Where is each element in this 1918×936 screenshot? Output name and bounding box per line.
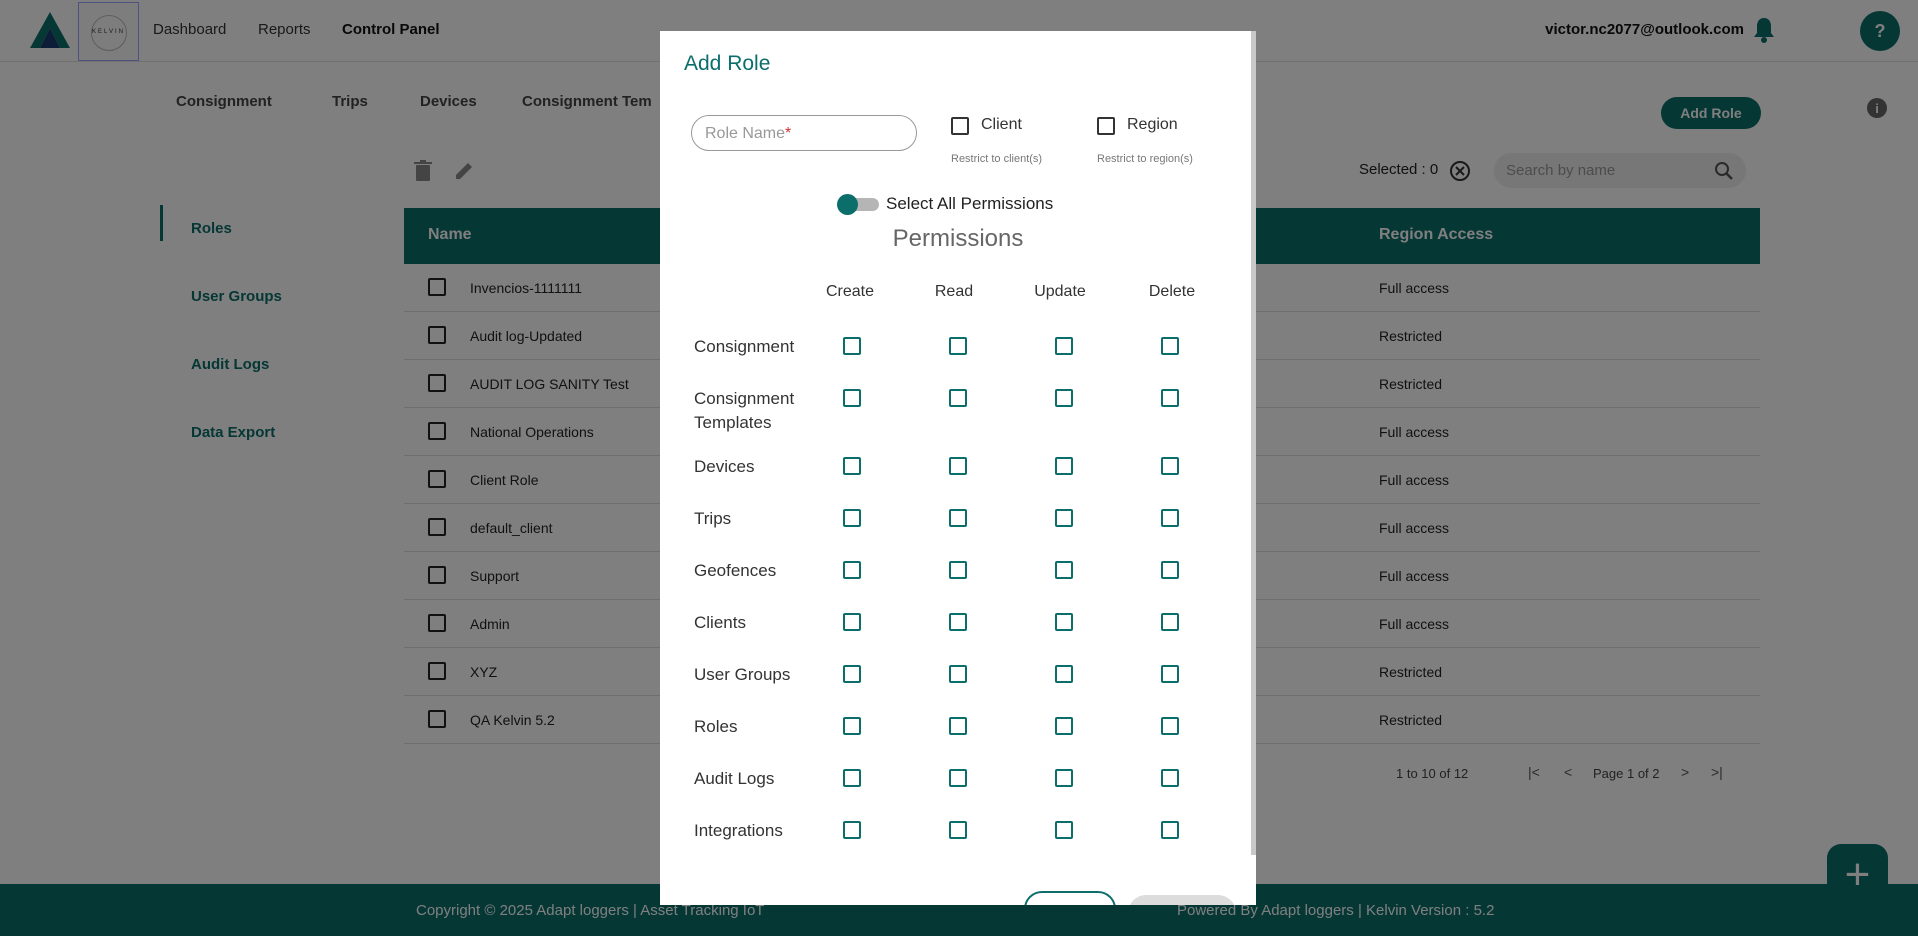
permission-create-checkbox[interactable] bbox=[843, 457, 861, 475]
client-checkbox[interactable] bbox=[951, 117, 969, 135]
permission-create-checkbox[interactable] bbox=[843, 337, 861, 355]
permission-create-checkbox[interactable] bbox=[843, 821, 861, 839]
client-label: Client bbox=[981, 116, 1022, 133]
permission-update-checkbox[interactable] bbox=[1055, 821, 1073, 839]
permission-read-checkbox[interactable] bbox=[949, 613, 967, 631]
permission-update-checkbox[interactable] bbox=[1055, 717, 1073, 735]
permission-create-checkbox[interactable] bbox=[843, 717, 861, 735]
column-read: Read bbox=[934, 283, 974, 300]
permission-update-checkbox[interactable] bbox=[1055, 665, 1073, 683]
permission-update-checkbox[interactable] bbox=[1055, 457, 1073, 475]
permission-delete-checkbox[interactable] bbox=[1161, 665, 1179, 683]
column-create: Create bbox=[825, 283, 875, 300]
permission-update-checkbox[interactable] bbox=[1055, 613, 1073, 631]
permission-delete-checkbox[interactable] bbox=[1161, 613, 1179, 631]
permission-update-checkbox[interactable] bbox=[1055, 769, 1073, 787]
permission-delete-checkbox[interactable] bbox=[1161, 457, 1179, 475]
client-sub-label: Restrict to client(s) bbox=[951, 153, 1043, 165]
permission-create-checkbox[interactable] bbox=[843, 613, 861, 631]
cancel-button[interactable] bbox=[1024, 891, 1116, 905]
permission-update-checkbox[interactable] bbox=[1055, 561, 1073, 579]
permission-label: Roles bbox=[694, 717, 738, 736]
permission-read-checkbox[interactable] bbox=[949, 457, 967, 475]
permission-delete-checkbox[interactable] bbox=[1161, 337, 1179, 355]
region-label: Region bbox=[1127, 116, 1178, 133]
modal-scrollbar[interactable] bbox=[1251, 31, 1256, 855]
permission-update-checkbox[interactable] bbox=[1055, 509, 1073, 527]
select-all-label: Select All Permissions bbox=[886, 194, 1054, 213]
save-button[interactable] bbox=[1128, 895, 1236, 905]
permission-label: Integrations bbox=[694, 821, 783, 840]
permission-read-checkbox[interactable] bbox=[949, 389, 967, 407]
permission-delete-checkbox[interactable] bbox=[1161, 389, 1179, 407]
permission-label: Clients bbox=[694, 613, 746, 632]
permission-read-checkbox[interactable] bbox=[949, 561, 967, 579]
permission-read-checkbox[interactable] bbox=[949, 337, 967, 355]
column-delete: Delete bbox=[1148, 283, 1196, 300]
add-role-modal: Add Role Role Name* Client Restrict to c… bbox=[660, 31, 1256, 905]
permission-read-checkbox[interactable] bbox=[949, 769, 967, 787]
permission-read-checkbox[interactable] bbox=[949, 665, 967, 683]
permission-read-checkbox[interactable] bbox=[949, 509, 967, 527]
permission-label: Trips bbox=[694, 509, 732, 528]
permission-delete-checkbox[interactable] bbox=[1161, 769, 1179, 787]
permission-delete-checkbox[interactable] bbox=[1161, 717, 1179, 735]
permission-delete-checkbox[interactable] bbox=[1161, 509, 1179, 527]
permission-delete-checkbox[interactable] bbox=[1161, 561, 1179, 579]
region-checkbox[interactable] bbox=[1097, 117, 1115, 135]
permission-create-checkbox[interactable] bbox=[843, 561, 861, 579]
permission-update-checkbox[interactable] bbox=[1055, 337, 1073, 355]
permission-label: Devices bbox=[694, 457, 755, 476]
modal-title: Add Role bbox=[684, 52, 771, 75]
permission-read-checkbox[interactable] bbox=[949, 717, 967, 735]
permission-label: Audit Logs bbox=[694, 769, 775, 788]
permission-update-checkbox[interactable] bbox=[1055, 389, 1073, 407]
role-name-input[interactable]: Role Name* bbox=[691, 115, 917, 151]
column-update: Update bbox=[1034, 283, 1086, 300]
permission-create-checkbox[interactable] bbox=[843, 769, 861, 787]
permission-label: Consignment bbox=[694, 337, 795, 356]
permissions-title: Permissions bbox=[892, 225, 1024, 252]
permission-delete-checkbox[interactable] bbox=[1161, 821, 1179, 839]
permission-label: User Groups bbox=[694, 665, 791, 684]
region-sub-label: Restrict to region(s) bbox=[1097, 153, 1193, 165]
toggle-knob[interactable] bbox=[837, 194, 858, 215]
permission-create-checkbox[interactable] bbox=[843, 665, 861, 683]
permission-create-checkbox[interactable] bbox=[843, 389, 861, 407]
permission-label: Consignment Templates bbox=[694, 389, 795, 432]
permission-create-checkbox[interactable] bbox=[843, 509, 861, 527]
permission-read-checkbox[interactable] bbox=[949, 821, 967, 839]
permission-label: Geofences bbox=[694, 561, 777, 580]
role-name-placeholder: Role Name* bbox=[705, 125, 792, 142]
